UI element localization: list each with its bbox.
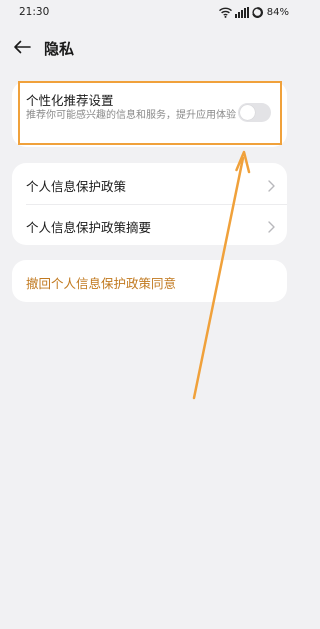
personalized-recommendation-toggle[interactable] (238, 103, 271, 122)
status-bar: 21:30 84% (0, 0, 299, 24)
battery-percentage: 84% (266, 6, 289, 18)
back-button[interactable] (10, 36, 34, 60)
list-item-label: 个人信息保护政策摘要 (26, 220, 152, 235)
list-item-privacy-policy[interactable]: 个人信息保护政策 (12, 163, 287, 204)
chevron-right-icon (268, 218, 275, 237)
signal-icon (234, 6, 249, 18)
status-icons: 84% (218, 5, 289, 19)
header: 隐私 (0, 30, 299, 66)
list-item-privacy-policy-summary[interactable]: 个人信息保护政策摘要 (12, 204, 287, 245)
chevron-right-icon (268, 177, 275, 196)
wifi-icon (218, 7, 232, 18)
back-arrow-icon (13, 39, 31, 58)
list-item-label: 个人信息保护政策 (26, 179, 127, 194)
page-title: 隐私 (44, 40, 75, 58)
status-time: 21:30 (19, 6, 50, 18)
toggle-knob (240, 105, 255, 120)
personalized-recommendation-card: 个性化推荐设置 推荐你可能感兴趣的信息和服务，提升应用体验 (12, 81, 287, 147)
personalized-recommendation-title: 个性化推荐设置 (26, 93, 114, 108)
revoke-consent-label: 撤回个人信息保护政策同意 (26, 276, 177, 291)
battery-icon (252, 6, 263, 18)
privacy-policy-card: 个人信息保护政策 个人信息保护政策摘要 (12, 163, 287, 245)
revoke-consent-button[interactable]: 撤回个人信息保护政策同意 (12, 260, 287, 302)
personalized-recommendation-description: 推荐你可能感兴趣的信息和服务，提升应用体验 (26, 110, 236, 121)
